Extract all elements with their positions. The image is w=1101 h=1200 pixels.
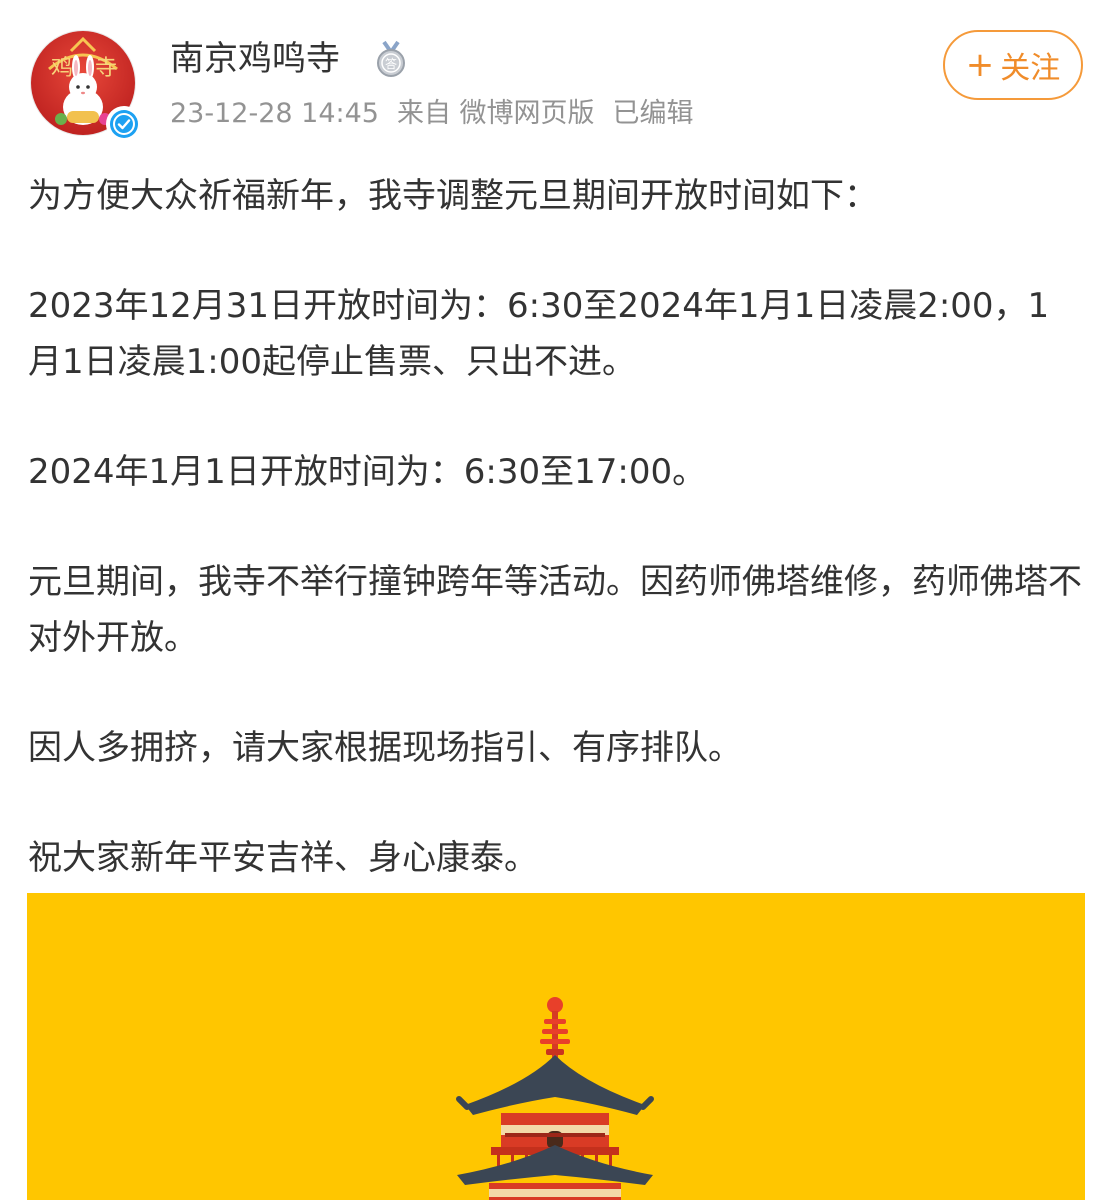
post-time: 23-12-28 14:45 (170, 98, 379, 129)
verified-badge (106, 106, 142, 142)
post-paragraph: 祝大家新年平安吉祥、身心康泰。 (28, 838, 538, 878)
medal-icon[interactable]: 答 (372, 40, 410, 78)
post-image[interactable] (27, 893, 1085, 1200)
post-meta: 23-12-28 14:45 来自 微博网页版 已编辑 (170, 94, 712, 134)
post-paragraph: 元旦期间，我寺不举行撞钟跨年等活动。因药师佛塔维修，药师佛塔不对外开放。 (28, 562, 1082, 658)
follow-button[interactable]: + 关注 (943, 30, 1083, 100)
follow-label: 关注 (1000, 51, 1061, 86)
post-paragraph: 2024年1月1日开放时间为：6:30至17:00。 (28, 452, 707, 492)
avatar[interactable]: 鸡 寺 (30, 30, 142, 142)
post-source[interactable]: 来自 微博网页版 (397, 98, 595, 129)
edited-label[interactable]: 已编辑 (613, 98, 694, 129)
post-paragraph: 2023年12月31日开放时间为：6:30至2024年1月1日凌晨2:00，1月… (28, 286, 1050, 382)
post-header: 鸡 寺 南京鸡鸣寺 答 23-12-28 14:45 来自 微博网页版 已编辑 … (0, 0, 1101, 150)
plus-icon: + (965, 45, 995, 85)
silver-medal-icon: 答 (377, 40, 405, 77)
svg-text:答: 答 (385, 56, 397, 71)
post-paragraph: 为方便大众祈福新年，我寺调整元旦期间开放时间如下： (28, 176, 878, 216)
svg-text:鸡: 鸡 (51, 56, 73, 81)
pagoda-illustration-icon (456, 997, 654, 1200)
post-content: 为方便大众祈福新年，我寺调整元旦期间开放时间如下： 2023年12月31日开放时… (28, 168, 1083, 940)
svg-text:寺: 寺 (95, 56, 117, 81)
post-paragraph: 因人多拥挤，请大家根据现场指引、有序排队。 (28, 728, 742, 768)
verified-check-icon (110, 110, 138, 138)
user-name[interactable]: 南京鸡鸣寺 (170, 34, 340, 84)
